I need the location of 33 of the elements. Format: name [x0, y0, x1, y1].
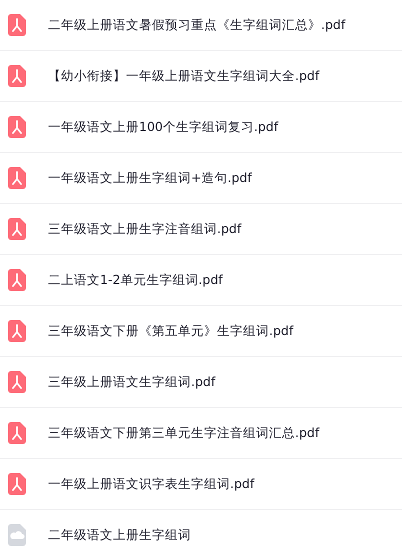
pdf-icon — [8, 473, 26, 495]
pdf-icon — [8, 65, 26, 87]
file-row[interactable]: 一年级上册语文识字表生字组词.pdf — [0, 459, 402, 510]
file-name: 三年级上册语文生字组词.pdf — [48, 374, 216, 390]
file-name: 一年级语文上册100个生字组词复习.pdf — [48, 118, 278, 136]
file-row[interactable]: 二上语文1-2单元生字组词.pdf — [0, 255, 402, 306]
file-name: 三年级语文下册第三单元生字注音组词汇总.pdf — [48, 424, 320, 442]
file-row[interactable]: 一年级语文上册生字组词+造句.pdf — [0, 153, 402, 204]
pdf-icon — [8, 320, 26, 342]
file-row[interactable]: 一年级语文上册100个生字组词复习.pdf — [0, 102, 402, 153]
pdf-icon — [8, 116, 26, 138]
file-row[interactable]: 二年级语文上册生字组词 — [0, 510, 402, 554]
file-name: 一年级语文上册生字组词+造句.pdf — [48, 170, 252, 186]
pdf-icon — [8, 422, 26, 444]
pdf-icon — [8, 14, 26, 36]
pdf-icon — [8, 371, 26, 393]
file-name: 【幼小衔接】一年级上册语文生字组词大全.pdf — [48, 68, 320, 84]
file-row[interactable]: 三年级上册语文生字组词.pdf — [0, 357, 402, 408]
file-row[interactable]: 三年级语文下册第三单元生字注音组词汇总.pdf — [0, 408, 402, 459]
file-name: 三年级语文上册生字注音组词.pdf — [48, 220, 242, 238]
file-row[interactable]: 二年级上册语文暑假预习重点《生字组词汇总》.pdf — [0, 0, 402, 51]
file-name: 二年级语文上册生字组词 — [48, 526, 191, 544]
file-row[interactable]: 三年级语文下册《第五单元》生字组词.pdf — [0, 306, 402, 357]
file-name: 一年级上册语文识字表生字组词.pdf — [48, 476, 254, 492]
file-name: 二年级上册语文暑假预习重点《生字组词汇总》.pdf — [48, 16, 346, 34]
cloud-icon — [8, 524, 26, 546]
pdf-icon — [8, 167, 26, 189]
file-row[interactable]: 【幼小衔接】一年级上册语文生字组词大全.pdf — [0, 51, 402, 102]
file-name: 三年级语文下册《第五单元》生字组词.pdf — [48, 322, 294, 340]
file-row[interactable]: 三年级语文上册生字注音组词.pdf — [0, 204, 402, 255]
file-name: 二上语文1-2单元生字组词.pdf — [48, 272, 223, 288]
pdf-icon — [8, 218, 26, 240]
pdf-icon — [8, 269, 26, 291]
